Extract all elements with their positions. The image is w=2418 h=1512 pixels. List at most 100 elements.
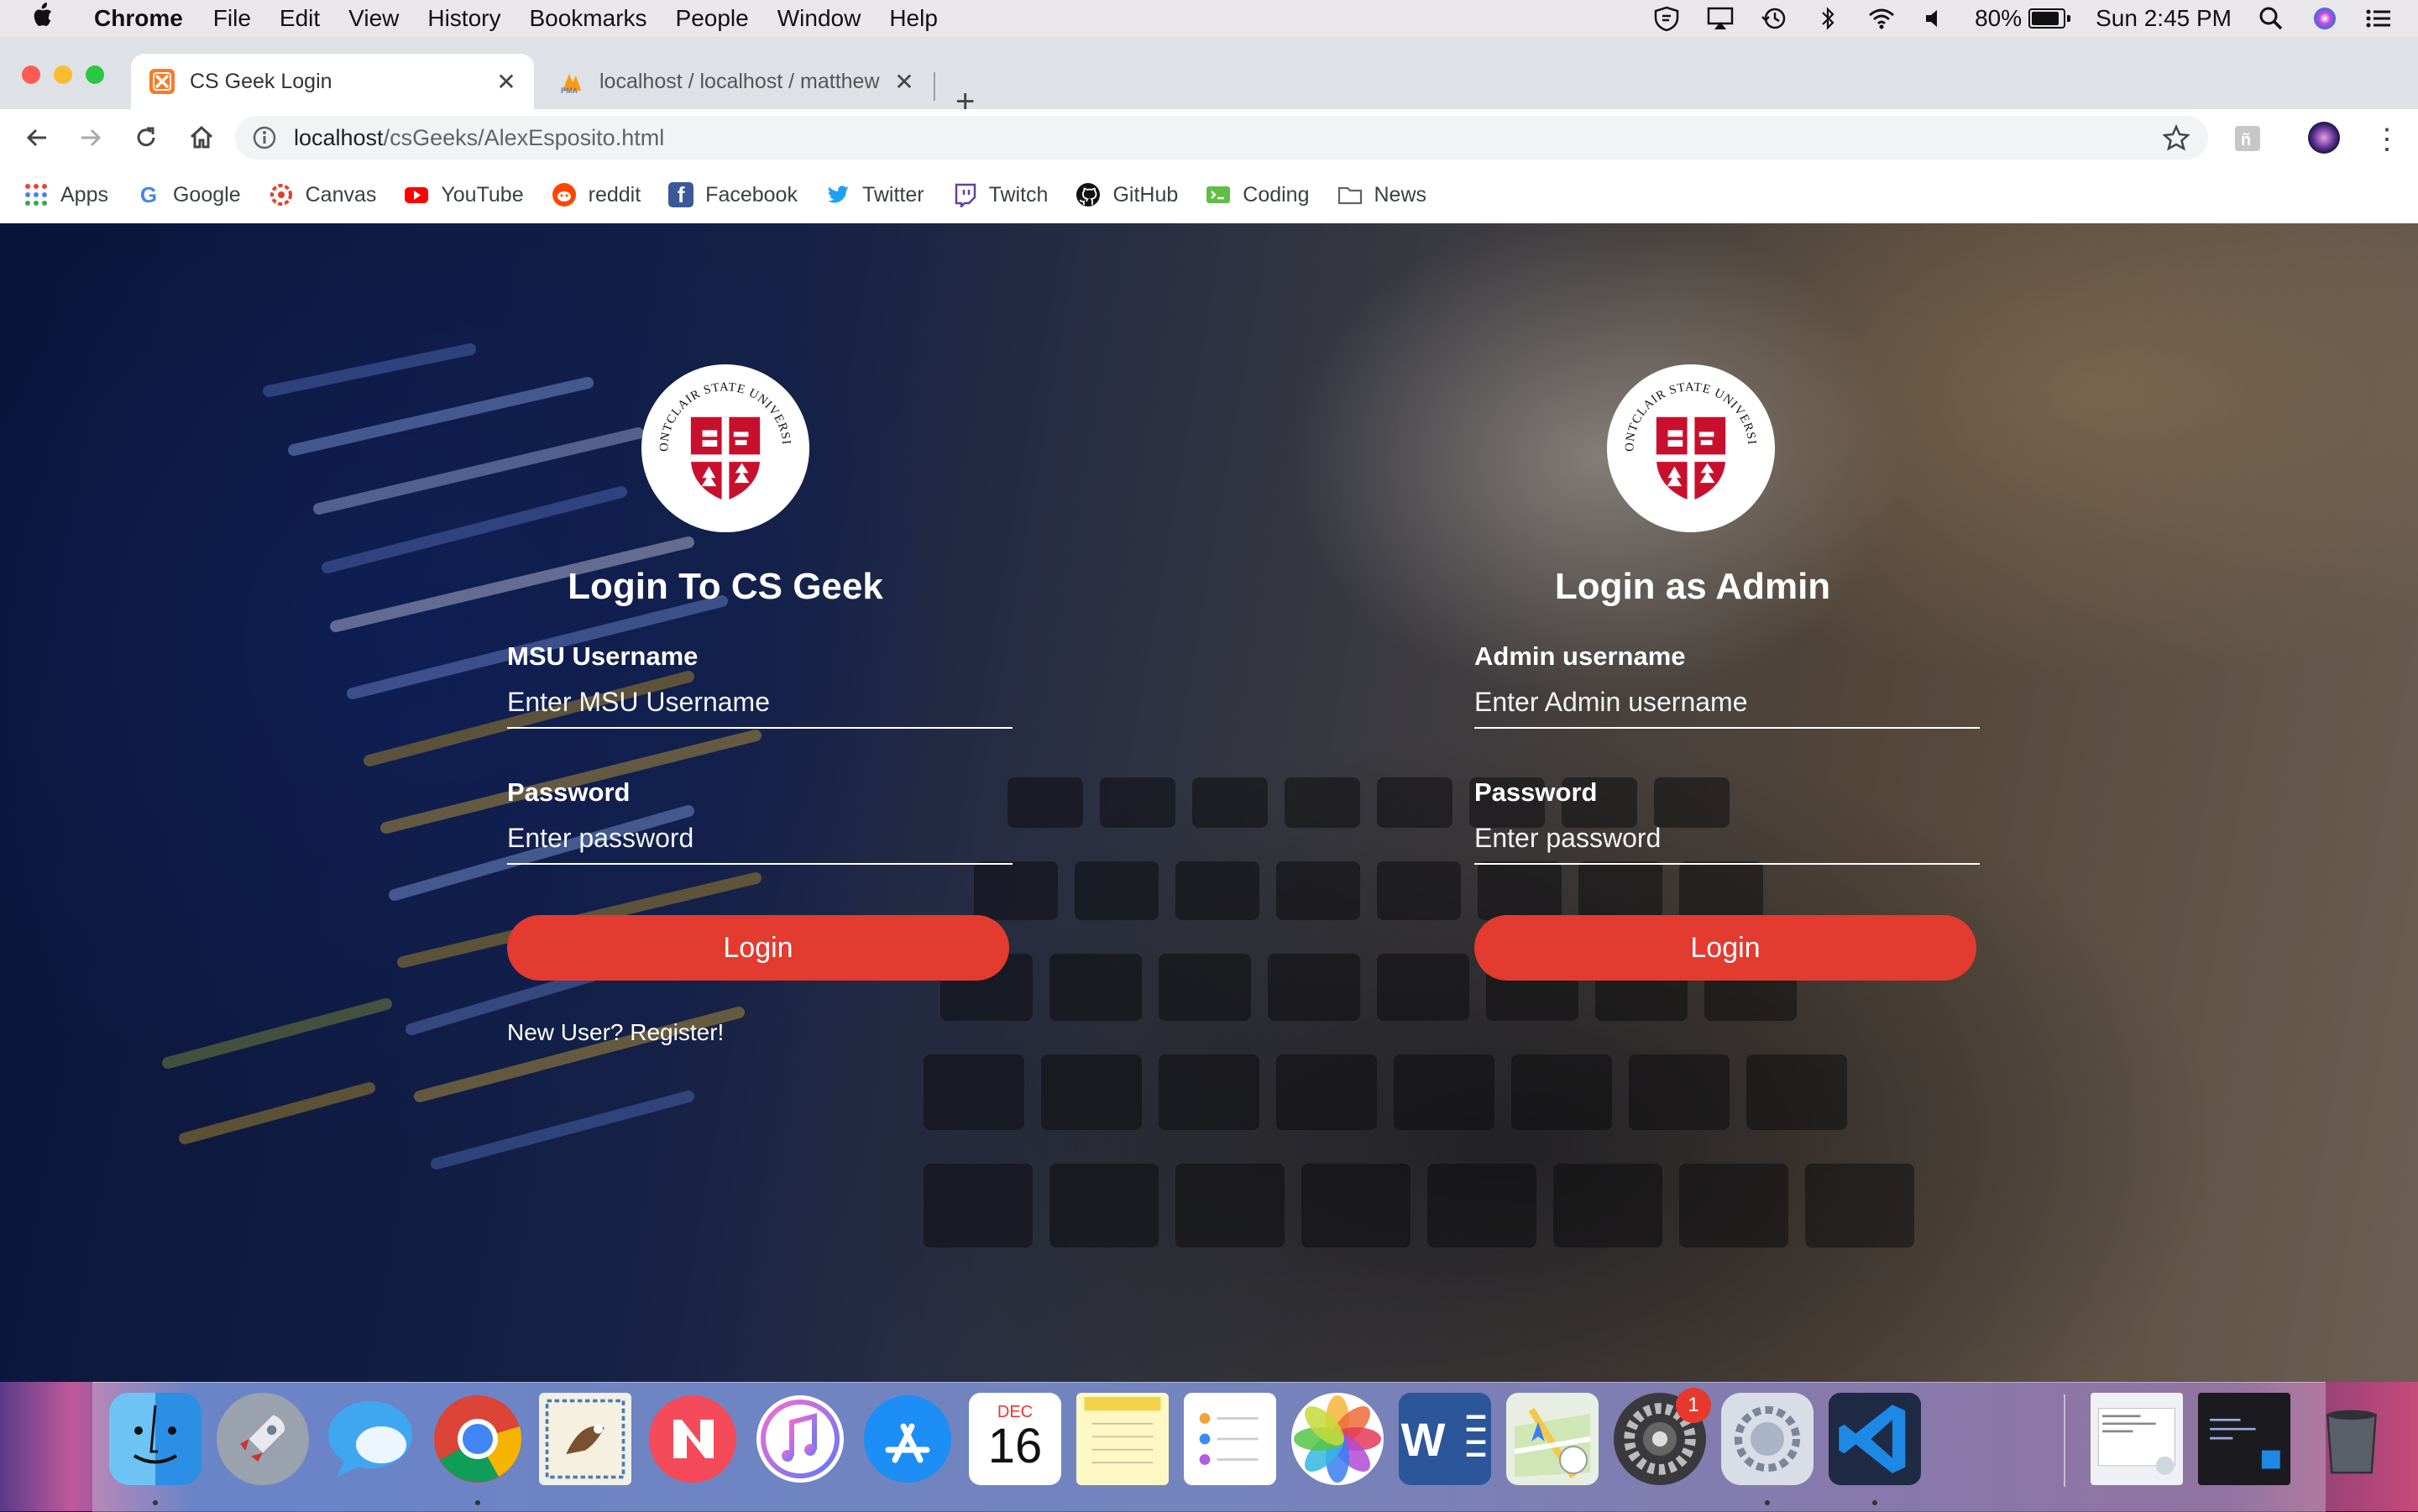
back-arrow-icon[interactable] [20, 121, 54, 154]
apple-menu-icon[interactable] [30, 2, 64, 35]
airplay-icon[interactable] [1706, 6, 1735, 31]
user-password-input[interactable] [507, 813, 1013, 865]
menu-view[interactable]: View [348, 5, 399, 32]
youtube-icon [404, 182, 429, 207]
bookmark-youtube[interactable]: YouTube [404, 182, 524, 207]
messages-icon[interactable] [324, 1393, 416, 1485]
menu-window[interactable]: Window [777, 5, 861, 32]
tab-phpmyadmin[interactable]: PMA localhost / localhost / matthew ✕ [541, 54, 932, 109]
menu-people[interactable]: People [676, 5, 749, 32]
browser-toolbar: localhost/csGeeks/AlexEsposito.html [0, 109, 2418, 166]
admin-username-input[interactable] [1474, 677, 1980, 729]
finder-icon[interactable] [109, 1393, 202, 1485]
preferences-gear-icon[interactable] [1721, 1393, 1814, 1485]
tab-cs-geek-login[interactable]: CS Geek Login ✕ [131, 54, 534, 109]
notification-center-icon[interactable] [2364, 6, 2393, 31]
launchpad-rocket-icon[interactable] [217, 1393, 309, 1485]
url-host: localhost [294, 124, 384, 150]
address-bar[interactable]: localhost/csGeeks/AlexEsposito.html [235, 116, 2208, 160]
forward-arrow-icon[interactable] [74, 121, 107, 154]
bookmark-label: Canvas [305, 182, 377, 207]
menubar-clock[interactable]: Sun 2:45 PM [2096, 5, 2232, 32]
chrome-icon[interactable] [432, 1393, 524, 1485]
bookmark-reddit[interactable]: reddit [552, 182, 641, 207]
photos-icon[interactable] [1291, 1393, 1384, 1485]
tab-close-icon[interactable]: ✕ [892, 68, 917, 96]
msu-seal-logo: MONTCLAIR STATE UNIVERSITY [1607, 364, 1775, 532]
menu-app-name[interactable]: Chrome [94, 5, 183, 32]
dock-divider [2064, 1394, 2065, 1487]
apps-grid-icon [24, 182, 49, 207]
time-machine-icon[interactable] [1760, 6, 1788, 31]
minimized-window-thumbnail[interactable] [2091, 1393, 2183, 1485]
chrome-menu-icon[interactable]: ⋮ [2373, 123, 2401, 156]
trash-icon[interactable] [2305, 1393, 2398, 1485]
home-icon[interactable] [185, 121, 218, 154]
itunes-music-icon[interactable] [754, 1393, 846, 1485]
github-icon [1076, 182, 1101, 207]
notes-icon[interactable] [1076, 1393, 1169, 1485]
bookmark-label: GitHub [1112, 182, 1179, 207]
wifi-icon[interactable] [1867, 6, 1896, 31]
mail-eagle-icon[interactable] [539, 1393, 631, 1485]
microsoft-word-icon[interactable]: W [1399, 1393, 1491, 1485]
msu-username-input[interactable] [507, 677, 1013, 729]
preferences-running-indicator [1765, 1500, 1770, 1505]
bookmark-label: Apps [60, 182, 108, 207]
bookmark-facebook[interactable]: f Facebook [668, 182, 798, 207]
shield-status-icon[interactable] [1652, 6, 1681, 31]
bookmark-label: Twitch [988, 182, 1049, 207]
bookmarks-bar: Apps G Google Canvas YouTube reddit f Fa… [0, 166, 2418, 224]
background-dim-overlay [0, 223, 2418, 1382]
extension-icon[interactable]: ñ [2233, 124, 2262, 157]
page-background: MONTCLAIR STATE UNIVERSITY Login To CS G… [0, 223, 2418, 1382]
window-zoom-button[interactable] [86, 65, 104, 84]
calendar-icon[interactable]: DEC 16 [969, 1393, 1061, 1485]
twitch-icon [952, 182, 977, 207]
app-store-icon[interactable] [861, 1393, 954, 1485]
bookmark-star-icon[interactable] [2161, 123, 2191, 151]
menu-file[interactable]: File [213, 5, 251, 32]
maps-icon[interactable] [1506, 1393, 1599, 1485]
bookmark-coding[interactable]: Coding [1206, 182, 1310, 207]
admin-login-title: Login as Admin [1554, 566, 1831, 607]
battery-status[interactable]: 80% [1975, 5, 2071, 32]
window-minimize-button[interactable] [54, 65, 72, 84]
menu-bookmarks[interactable]: Bookmarks [529, 5, 646, 32]
bluetooth-icon[interactable] [1814, 6, 1842, 31]
bookmark-twitter[interactable]: Twitter [825, 182, 924, 207]
bookmark-github[interactable]: GitHub [1076, 182, 1178, 207]
site-info-icon[interactable] [252, 125, 277, 150]
menu-history[interactable]: History [427, 5, 500, 32]
reminders-icon[interactable] [1184, 1393, 1276, 1485]
bookmark-folder-news[interactable]: News [1337, 182, 1427, 207]
volume-icon[interactable] [1921, 6, 1950, 31]
bookmark-apps[interactable]: Apps [24, 182, 108, 207]
bookmark-twitch[interactable]: Twitch [952, 182, 1049, 207]
admin-password-input[interactable] [1474, 813, 1980, 865]
bookmark-label: News [1374, 182, 1427, 207]
register-link[interactable]: New User? Register! [507, 1019, 724, 1046]
svg-text:ñ: ñ [2241, 131, 2251, 149]
tab-close-icon[interactable]: ✕ [494, 68, 519, 96]
window-close-button[interactable] [22, 65, 40, 84]
svg-text:PMA: PMA [561, 86, 578, 94]
user-password-label: Password [507, 777, 631, 807]
terminal-window-thumbnail[interactable] [2198, 1393, 2290, 1485]
vscode-icon[interactable] [1829, 1393, 1921, 1485]
bookmark-google[interactable]: G Google [136, 182, 241, 207]
admin-login-button[interactable]: Login [1474, 915, 1976, 981]
menu-edit[interactable]: Edit [280, 5, 320, 32]
menu-help[interactable]: Help [889, 5, 938, 32]
system-preferences-icon[interactable]: 1 [1614, 1388, 1711, 1485]
reload-icon[interactable] [129, 121, 163, 154]
canvas-icon [269, 182, 294, 207]
bookmark-canvas[interactable]: Canvas [269, 182, 377, 207]
siri-icon[interactable] [2311, 6, 2339, 31]
news-icon[interactable] [646, 1393, 739, 1485]
calendar-day: 16 [987, 1418, 1043, 1473]
profile-avatar-icon[interactable] [2307, 121, 2341, 159]
tab-separator [934, 72, 935, 101]
user-login-button[interactable]: Login [507, 915, 1009, 981]
spotlight-search-icon[interactable] [2257, 6, 2285, 31]
